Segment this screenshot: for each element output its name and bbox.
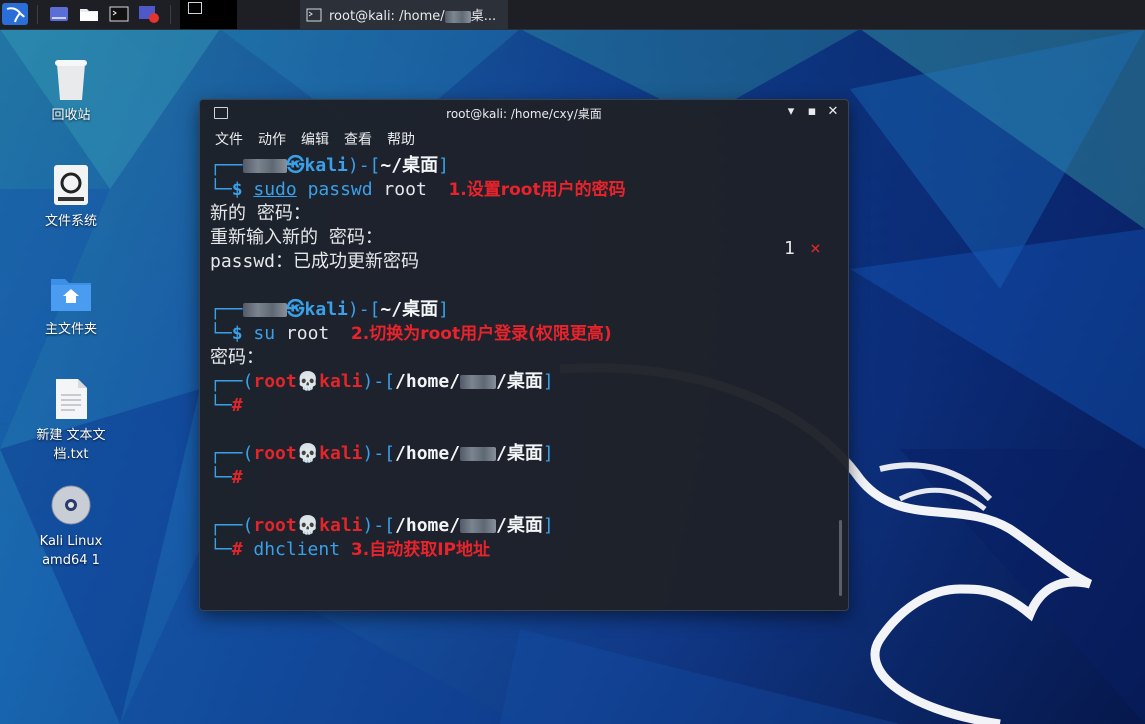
kali-dragon-icon bbox=[6, 7, 25, 23]
terminal-menubar: 文件 动作 编辑 查看 帮助 bbox=[200, 126, 848, 152]
annotation: 2.切换为root用户登录(权限更高) bbox=[350, 324, 612, 344]
output-line: 密码： bbox=[210, 347, 264, 368]
terminal-icon bbox=[306, 8, 322, 21]
command-line: └─# bbox=[210, 395, 243, 416]
command-line: └─$ sudo passwd root 1.设置root用户的密码 bbox=[210, 179, 626, 200]
desktop-icon-label: 文件系统 bbox=[44, 214, 97, 229]
optical-disc-icon bbox=[49, 482, 93, 528]
panel-separator bbox=[170, 5, 171, 24]
output-line: 新的 密码： bbox=[210, 203, 311, 224]
close-icon[interactable]: ✕ bbox=[824, 104, 842, 119]
command-line: └─# bbox=[210, 467, 243, 488]
output-line: 重新输入新的 密码： bbox=[210, 227, 383, 248]
desktop-icon-kali-disc[interactable]: Kali Linux amd64 1 bbox=[16, 482, 126, 570]
output-line: passwd：已成功更新密码 bbox=[210, 251, 420, 272]
text-file-icon bbox=[49, 376, 93, 422]
minimize-icon[interactable]: ▾ bbox=[782, 104, 800, 119]
desktop-icon-filesystem[interactable]: 文件系统 bbox=[16, 162, 126, 231]
prompt-line: ┌── ㉿kali)-[~/桌面] bbox=[210, 299, 449, 320]
desktop-icon-home[interactable]: 主文件夹 bbox=[16, 270, 126, 339]
top-panel: root@kali: /home/桌... bbox=[0, 0, 1145, 30]
workspace-window-thumbnail bbox=[188, 2, 202, 14]
desktop-icon-label: 回收站 bbox=[51, 108, 91, 123]
desktop-icon-label: Kali Linux amd64 1 bbox=[39, 534, 103, 568]
scrollbar[interactable] bbox=[839, 520, 842, 596]
terminal-icon bbox=[109, 6, 129, 22]
command-line: └─# dhclient 3.自动获取IP地址 bbox=[210, 539, 490, 560]
skull-icon: 💀 bbox=[296, 443, 320, 464]
annotation: 3.自动获取IP地址 bbox=[350, 540, 490, 560]
file-manager-launcher[interactable] bbox=[78, 3, 100, 25]
maximize-icon[interactable]: ▪ bbox=[803, 104, 821, 119]
taskbar-terminal-window[interactable]: root@kali: /home/桌... bbox=[300, 0, 508, 29]
home-folder-icon bbox=[49, 270, 93, 316]
show-desktop-button[interactable] bbox=[48, 3, 70, 25]
menu-file[interactable]: 文件 bbox=[215, 129, 243, 149]
terminal-icon bbox=[214, 107, 228, 119]
panel-separator bbox=[37, 5, 38, 24]
workspace-switcher[interactable] bbox=[180, 0, 237, 29]
terminal-window[interactable]: root@kali: /home/cxy/桌面 ▾ ▪ ✕ 文件 动作 编辑 查… bbox=[199, 99, 849, 611]
desktop-icon bbox=[50, 7, 68, 21]
root-prompt-line: ┌──(root💀kali)-[/home//桌面] bbox=[210, 443, 554, 464]
terminal-output[interactable]: ┌── ㉿kali)-[~/桌面] └─$ sudo passwd root 1.… bbox=[210, 154, 830, 604]
command-line: └─$ su root 2.切换为root用户登录(权限更高) bbox=[210, 323, 612, 344]
hard-drive-icon bbox=[49, 162, 93, 208]
menu-help[interactable]: 帮助 bbox=[387, 129, 415, 149]
root-prompt-line: ┌──(root💀kali)-[/home//桌面] bbox=[210, 515, 554, 536]
window-title: root@kali: /home/cxy/桌面 bbox=[446, 106, 602, 121]
desktop-icon-trash[interactable]: 回收站 bbox=[16, 56, 126, 125]
skull-icon: 💀 bbox=[296, 515, 320, 536]
menu-actions[interactable]: 动作 bbox=[258, 129, 286, 149]
folder-icon bbox=[80, 9, 98, 21]
trash-icon bbox=[49, 56, 93, 102]
terminal-launcher[interactable] bbox=[108, 3, 130, 25]
exit-status: 1 bbox=[784, 238, 795, 259]
kali-menu-button[interactable] bbox=[2, 3, 28, 25]
error-icon: × bbox=[810, 238, 821, 259]
recorder-icon bbox=[139, 6, 159, 23]
desktop-icon-label: 新建 文本文档.txt bbox=[36, 428, 106, 462]
screen-recorder-launcher[interactable] bbox=[138, 3, 160, 25]
terminal-titlebar[interactable]: root@kali: /home/cxy/桌面 ▾ ▪ ✕ bbox=[200, 100, 848, 126]
desktop-icon-text-file[interactable]: 新建 文本文档.txt bbox=[16, 376, 126, 464]
prompt-line: ┌── ㉿kali)-[~/桌面] bbox=[210, 155, 449, 176]
desktop-icon-label: 主文件夹 bbox=[44, 322, 97, 337]
skull-icon: 💀 bbox=[296, 371, 320, 392]
annotation: 1.设置root用户的密码 bbox=[448, 180, 626, 200]
menu-view[interactable]: 查看 bbox=[344, 129, 372, 149]
menu-edit[interactable]: 编辑 bbox=[301, 129, 329, 149]
root-prompt-line: ┌──(root💀kali)-[/home//桌面] bbox=[210, 371, 554, 392]
taskbar-window-title: root@kali: /home/桌... bbox=[329, 9, 497, 24]
